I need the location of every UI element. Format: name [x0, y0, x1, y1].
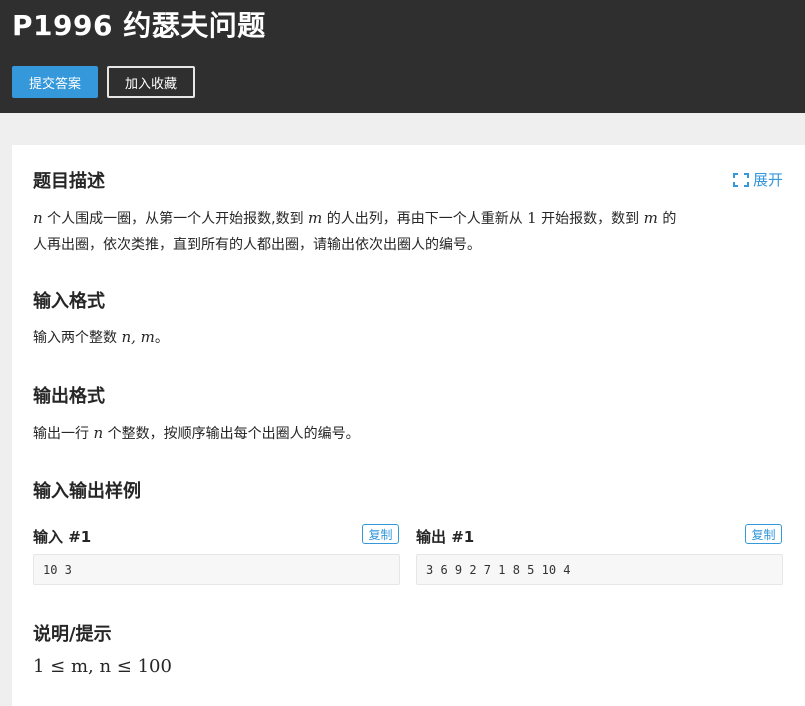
expand-label: 展开	[752, 171, 783, 189]
var-n: n	[33, 209, 43, 227]
copy-output-button[interactable]: 复制	[745, 524, 782, 544]
output-format-part: 输出一行	[33, 426, 89, 442]
sample-output-label: 输出 #1	[416, 528, 475, 546]
add-favorite-button[interactable]: 加入收藏	[107, 66, 195, 98]
expand-corners-icon	[732, 172, 749, 187]
sample-input-label: 输入 #1	[33, 528, 92, 546]
samples-heading: 输入输出样例	[33, 481, 141, 502]
output-format-part: 个整数，按顺序输出每个出圈人的编号。	[107, 426, 360, 442]
var-m: m	[308, 209, 323, 227]
problem-card: 题目描述 展开 n 个人围成一圈，从第一个人开始报数,数到 m 的人出列，再由下…	[12, 145, 805, 706]
description-part: 的	[662, 211, 677, 227]
sample-output-box[interactable]: 3 6 9 2 7 1 8 5 10 4	[416, 554, 783, 585]
hint-heading: 说明/提示	[33, 624, 112, 645]
output-format-text: 输出一行 n 个整数，按顺序输出每个出圈人的编号。	[33, 420, 783, 447]
input-format-math: n, m	[121, 328, 155, 346]
input-format-heading: 输入格式	[33, 291, 105, 312]
description-heading: 题目描述	[33, 171, 105, 192]
copy-input-button[interactable]: 复制	[362, 524, 399, 544]
description-text: n 个人围成一圈，从第一个人开始报数,数到 m 的人出列，再由下一个人重新从 1…	[33, 205, 783, 258]
num-one: 1	[527, 209, 537, 227]
input-format-text: 输入两个整数 n, m。	[33, 324, 783, 351]
description-part: 开始报数，数到	[541, 211, 640, 227]
problem-header: P1996 约瑟夫问题 提交答案 加入收藏	[0, 0, 805, 113]
var-m: m	[643, 209, 658, 227]
hint-math: 1 ≤ m, n ≤ 100	[33, 656, 172, 677]
input-format-part: 。	[154, 330, 169, 346]
description-part: 个人围成一圈，从第一个人开始报数,数到	[47, 211, 304, 227]
sample-input-box[interactable]: 10 3	[33, 554, 400, 585]
input-format-part: 输入两个整数	[33, 330, 117, 346]
output-format-heading: 输出格式	[33, 386, 105, 407]
problem-title: P1996 约瑟夫问题	[12, 9, 266, 42]
hint-text: 1 ≤ m, n ≤ 100	[33, 654, 783, 680]
description-part: 人再出圈，依次类推，直到所有的人都出圈，请输出依次出圈人的编号。	[33, 237, 481, 253]
header-actions: 提交答案 加入收藏	[12, 66, 195, 98]
expand-button[interactable]: 展开	[732, 169, 783, 190]
submit-answer-button[interactable]: 提交答案	[12, 66, 98, 98]
description-part: 的人出列，再由下一个人重新从	[326, 211, 523, 227]
var-n: n	[93, 424, 104, 442]
